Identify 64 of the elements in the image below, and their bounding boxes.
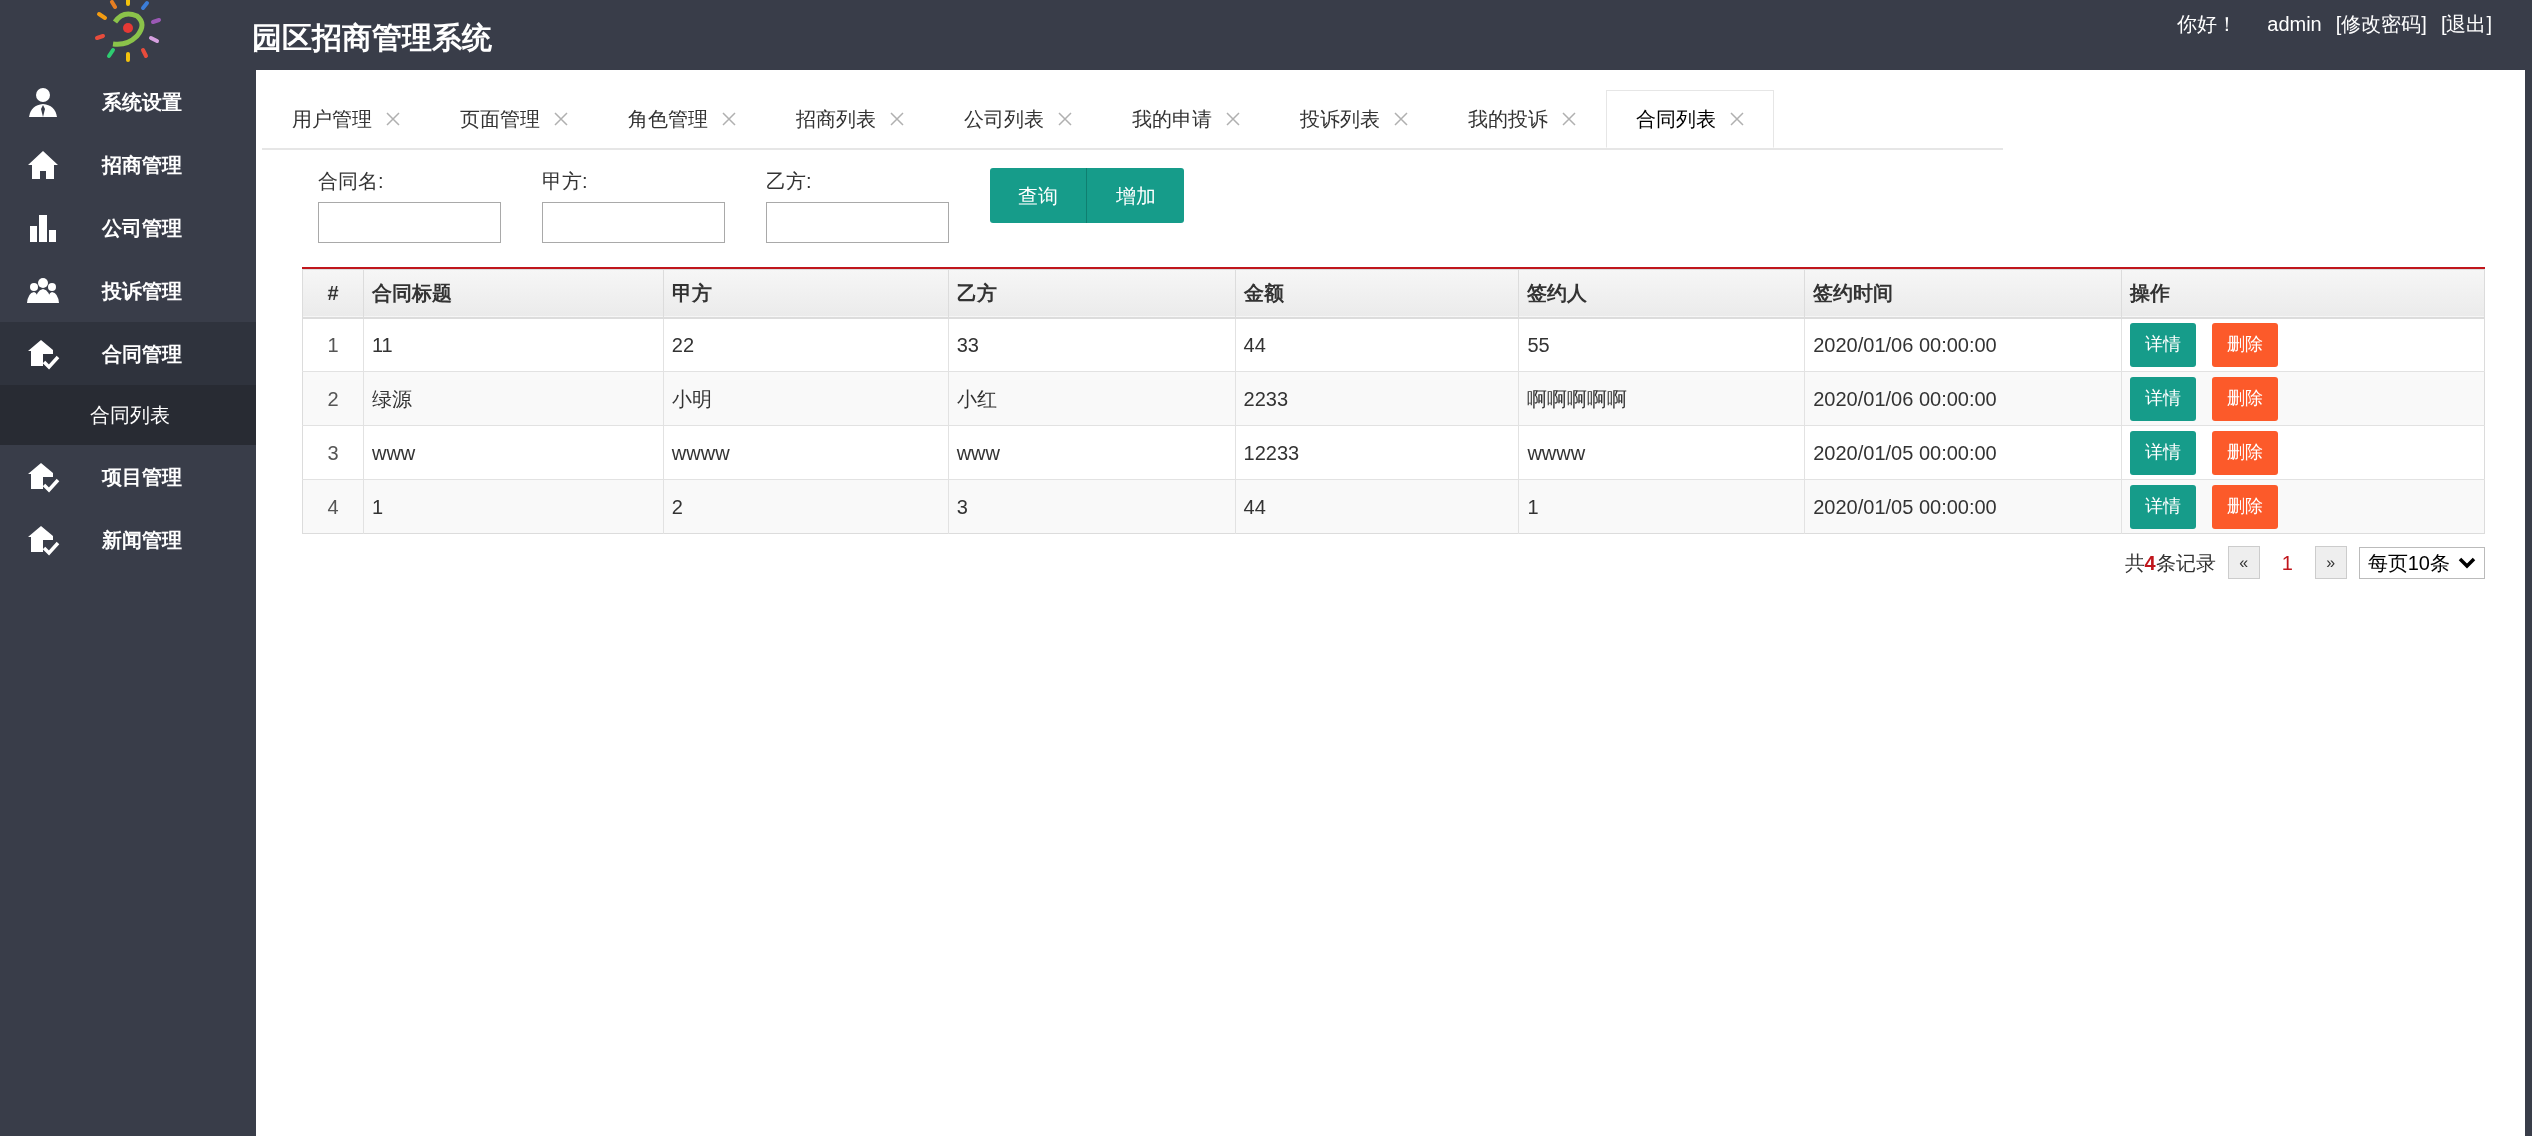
sidebar-item[interactable]: 新闻管理: [0, 508, 256, 571]
house-icon: [26, 148, 60, 181]
sidebar-item[interactable]: 投诉管理: [0, 259, 256, 322]
house-check-icon: [26, 460, 60, 493]
column-header: 签约人: [1518, 269, 1805, 318]
person-icon: [26, 85, 60, 118]
sidebar-item[interactable]: 招商管理: [0, 133, 256, 196]
sidebar-item[interactable]: 合同管理: [0, 322, 256, 385]
close-icon[interactable]: [1058, 112, 1072, 126]
table-cell: 1: [1518, 479, 1805, 534]
sidebar-subitem[interactable]: 合同列表: [0, 385, 256, 445]
record-count-text: 共4条记录: [2124, 550, 2216, 576]
column-header: 合同标题: [363, 269, 664, 318]
close-icon[interactable]: [722, 112, 736, 126]
column-header: 签约时间: [1804, 269, 2122, 318]
table-cell: 2: [663, 479, 949, 534]
sidebar-item[interactable]: 系统设置: [0, 70, 256, 133]
input-field[interactable]: [542, 202, 725, 243]
close-icon[interactable]: [1394, 112, 1408, 126]
field-label: 乙方:: [766, 169, 813, 194]
table-cell: 3: [948, 479, 1235, 534]
sun-logo-icon: [93, 0, 163, 62]
column-header: #: [302, 269, 364, 318]
tab[interactable]: 投诉列表: [1270, 90, 1438, 148]
previous-page-button[interactable]: «: [2227, 546, 2260, 579]
close-icon[interactable]: [1562, 112, 1576, 126]
tab[interactable]: 用户管理: [262, 90, 430, 148]
close-icon[interactable]: [554, 112, 568, 126]
table-cell: 2020/01/05 00:00:00: [1804, 479, 2122, 534]
header-link[interactable]: [修改密码]: [2335, 9, 2427, 39]
input-field[interactable]: [766, 202, 949, 243]
field-label: 合同名:: [318, 169, 385, 194]
close-icon[interactable]: [1226, 112, 1240, 126]
column-header: 操作: [2121, 269, 2485, 318]
table-cell: 4: [302, 479, 364, 534]
sidebar-item[interactable]: 公司管理: [0, 196, 256, 259]
username-text: admin: [2267, 12, 2322, 37]
tab[interactable]: 角色管理: [598, 90, 766, 148]
tab[interactable]: 我的投诉: [1438, 90, 1606, 148]
field-label: 甲方:: [542, 169, 589, 194]
chevron-down-icon: [2458, 556, 2476, 569]
tab[interactable]: 合同列表: [1606, 90, 1774, 148]
greeting-text: 你好！: [2177, 12, 2238, 37]
table-cell: 1: [363, 479, 664, 534]
page-button[interactable]: 1: [2271, 547, 2303, 578]
header-link[interactable]: [退出]: [2440, 9, 2492, 39]
house-check-icon: [26, 337, 60, 370]
tab[interactable]: 招商列表: [766, 90, 934, 148]
table-cell: 44: [1235, 479, 1519, 534]
app-title: 园区招商管理系统: [252, 19, 492, 56]
column-header: 乙方: [948, 269, 1235, 318]
page-size-select[interactable]: 每页10条: [2358, 546, 2485, 579]
close-icon[interactable]: [386, 112, 400, 126]
next-page-button[interactable]: »: [2314, 546, 2347, 579]
sidebar-item[interactable]: 项目管理: [0, 445, 256, 508]
tab[interactable]: 公司列表: [934, 90, 1102, 148]
column-header: 甲方: [663, 269, 949, 318]
input-field[interactable]: [318, 202, 501, 243]
close-icon[interactable]: [890, 112, 904, 126]
house-check-icon: [26, 523, 60, 556]
column-header: 金额: [1235, 269, 1519, 318]
tab[interactable]: 我的申请: [1102, 90, 1270, 148]
tab[interactable]: 页面管理: [430, 90, 598, 148]
close-icon[interactable]: [1730, 112, 1744, 126]
